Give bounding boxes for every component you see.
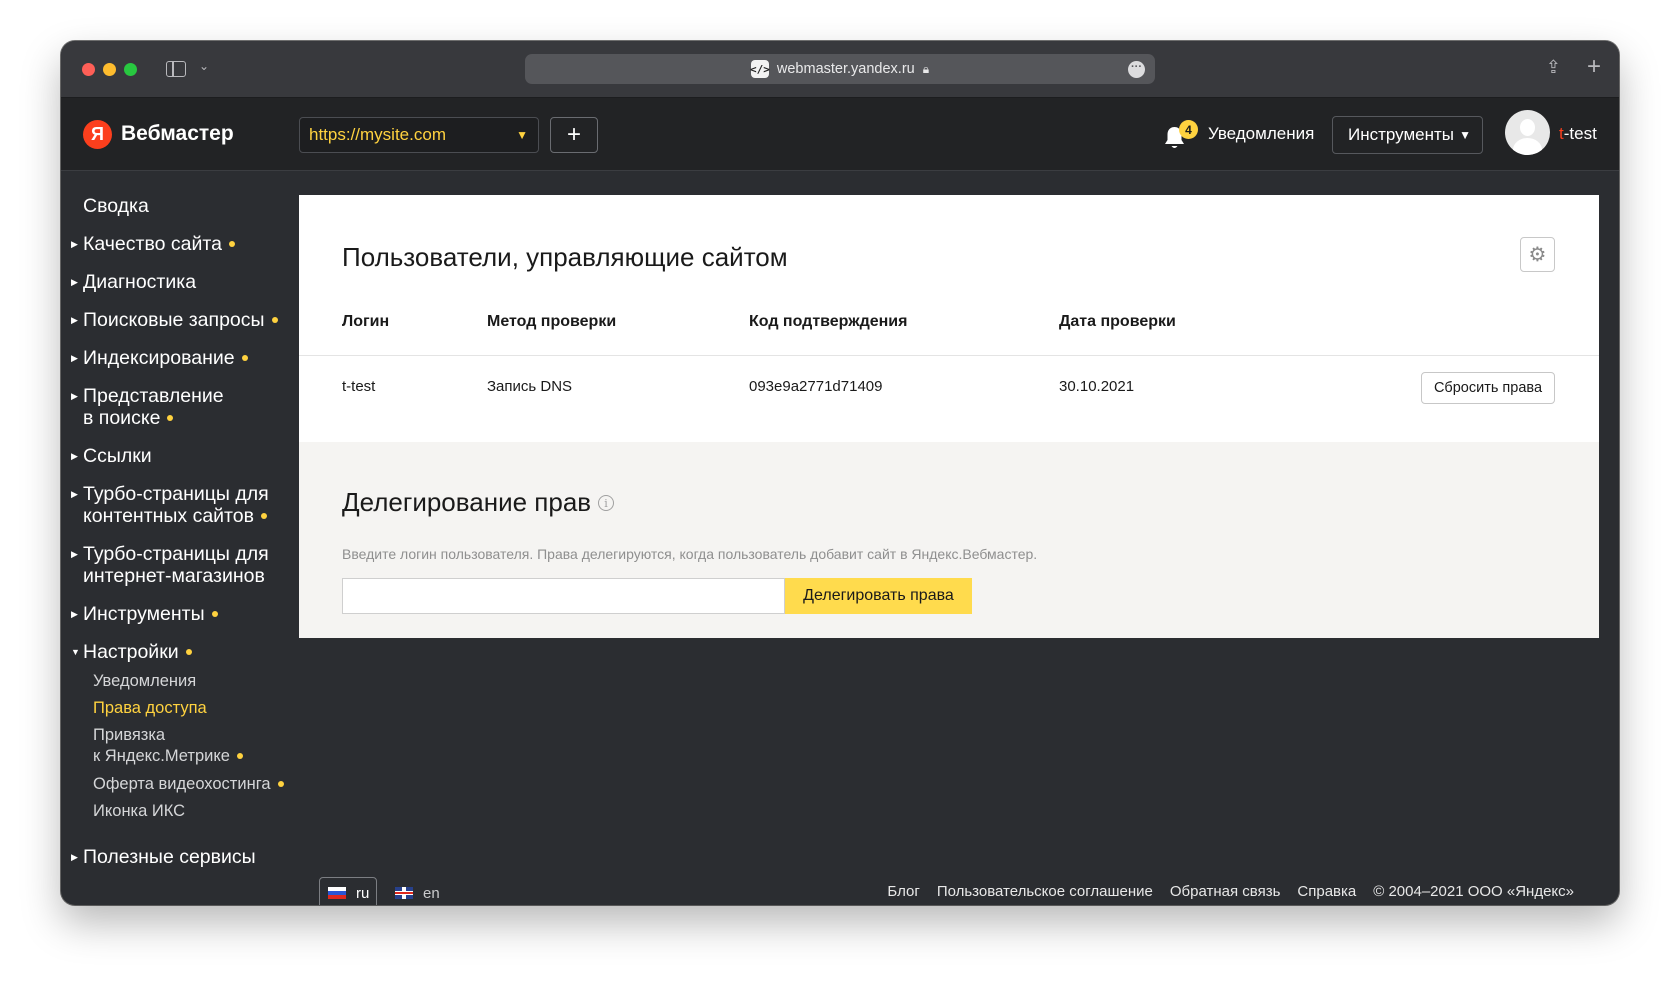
sidebar-item-search-appearance[interactable]: ▶ Представление в поиске	[71, 385, 224, 429]
browser-toolbar: ⌄ </> webmaster.yandex.ru 🔒︎ ··· ⇪ +	[61, 41, 1619, 98]
close-window-button[interactable]	[82, 63, 95, 76]
site-header: Я Вебмастер https://mysite.com ▼ + 4 Уве…	[61, 98, 1619, 171]
caret-down-icon: ▼	[71, 647, 80, 657]
sidebar-item-links[interactable]: ▶ Ссылки	[71, 445, 152, 467]
service-name[interactable]: Вебмастер	[121, 122, 234, 146]
sidebar-subitem-notifications[interactable]: Уведомления	[93, 671, 196, 692]
caret-right-icon: ▶	[71, 549, 78, 559]
status-dot	[271, 316, 278, 323]
sidebar-item-indexing[interactable]: ▶ Индексирование	[71, 347, 248, 369]
avatar[interactable]	[1505, 110, 1550, 155]
delegation-title: Делегирование прав	[342, 487, 592, 517]
sidebar-item-summary[interactable]: Сводка	[83, 195, 149, 217]
site-selector[interactable]: https://mysite.com ▼	[299, 117, 539, 153]
status-dot	[167, 414, 174, 421]
sidebar-subitem-video-offer[interactable]: Оферта видеохостинга	[93, 774, 284, 795]
page-title: Пользователи, управляющие сайтом	[342, 242, 788, 272]
sidebar-subitem-metrica-binding[interactable]: Привязка к Яндекс.Метрике	[93, 725, 243, 767]
column-header-login: Логин	[342, 313, 390, 330]
caret-right-icon: ▶	[71, 391, 78, 401]
cell-date: 30.10.2021	[1059, 378, 1135, 395]
site-users-panel: Пользователи, управляющие сайтом ⚙ Логин…	[299, 195, 1599, 442]
sidebar-subitem-access-rights[interactable]: Права доступа	[93, 698, 207, 719]
caret-right-icon: ▶	[71, 315, 78, 325]
reset-rights-button[interactable]: Сбросить права	[1421, 372, 1555, 404]
gear-icon[interactable]: ⚙	[1520, 237, 1555, 272]
caret-right-icon: ▶	[71, 277, 78, 287]
column-header-date: Дата проверки	[1059, 313, 1176, 330]
sidebar-item-turbo-content[interactable]: ▶ Турбо-страницы для контентных сайтов	[71, 483, 269, 527]
language-ru-button[interactable]: ru	[319, 877, 377, 905]
cell-login: t-test	[342, 378, 376, 395]
sidebar-item-useful-services[interactable]: ▶ Полезные сервисы	[71, 846, 256, 868]
new-tab-icon[interactable]: +	[1587, 53, 1601, 81]
status-dot	[277, 780, 284, 787]
chevron-down-icon[interactable]: ⌄	[199, 59, 209, 73]
username[interactable]: t-test	[1559, 124, 1597, 144]
flag-gb-icon	[395, 887, 413, 899]
cell-method: Запись DNS	[487, 378, 573, 395]
caret-right-icon: ▶	[71, 239, 78, 249]
footer-link-agreement[interactable]: Пользовательское соглашение	[937, 883, 1153, 900]
add-site-button[interactable]: +	[550, 117, 598, 153]
chevron-down-icon: ▼	[1459, 128, 1471, 142]
footer-link-feedback[interactable]: Обратная связь	[1170, 883, 1281, 900]
sidebar-item-diagnostics[interactable]: ▶ Диагностика	[71, 271, 196, 293]
footer-copyright: © 2004–2021 ООО «Яндекс»	[1373, 883, 1574, 900]
minimize-window-button[interactable]	[103, 63, 116, 76]
caret-right-icon: ▶	[71, 353, 78, 363]
cell-code: 093e9a2771d71409	[749, 378, 883, 395]
browser-window: ⌄ </> webmaster.yandex.ru 🔒︎ ··· ⇪ + Я В…	[61, 41, 1619, 905]
yandex-logo[interactable]: Я	[83, 120, 112, 149]
tools-dropdown-label: Инструменты	[1348, 125, 1455, 144]
status-dot	[260, 512, 267, 519]
column-header-method: Метод проверки	[487, 313, 617, 330]
sidebar-subitem-iks-icon[interactable]: Иконка ИКС	[93, 801, 185, 822]
footer-link-blog[interactable]: Блог	[887, 883, 919, 900]
status-dot	[241, 354, 248, 361]
site-favicon-icon: </>	[750, 60, 770, 78]
delegate-rights-button[interactable]: Делегировать права	[785, 578, 972, 614]
sidebar-item-site-quality[interactable]: ▶ Качество сайта	[71, 233, 235, 255]
caret-right-icon: ▶	[71, 451, 78, 461]
address-bar-url: webmaster.yandex.ru	[776, 61, 915, 77]
caret-right-icon: ▶	[71, 489, 78, 499]
caret-right-icon: ▶	[71, 852, 78, 862]
status-dot	[228, 240, 235, 247]
sidebar-toggle-icon[interactable]	[166, 61, 186, 77]
site-selector-value: https://mysite.com	[309, 125, 446, 144]
info-icon[interactable]: i	[598, 495, 614, 511]
notifications-count-badge: 4	[1179, 120, 1198, 139]
lock-icon: 🔒︎	[922, 61, 930, 76]
delegation-panel: Делегирование прав i Введите логин польз…	[299, 442, 1599, 638]
sidebar-item-tools[interactable]: ▶ Инструменты	[71, 603, 218, 625]
sidebar-item-turbo-shops[interactable]: ▶ Турбо-страницы для интернет-магазинов	[71, 543, 269, 587]
footer-links: Блог Пользовательское соглашение Обратна…	[887, 883, 1574, 900]
status-dot	[185, 648, 192, 655]
more-options-icon[interactable]: ···	[1128, 61, 1145, 78]
chevron-down-icon: ▼	[516, 128, 528, 142]
flag-ru-icon	[328, 887, 346, 899]
share-icon[interactable]: ⇪	[1546, 57, 1561, 78]
notifications-link[interactable]: Уведомления	[1208, 124, 1314, 144]
address-bar[interactable]: </> webmaster.yandex.ru 🔒︎ ···	[525, 54, 1155, 84]
column-header-code: Код подтверждения	[749, 313, 908, 330]
delegation-hint: Введите логин пользователя. Права делеги…	[342, 546, 1038, 562]
tools-dropdown[interactable]: Инструменты ▼	[1332, 116, 1483, 154]
login-input[interactable]	[342, 578, 785, 614]
table-divider	[299, 355, 1599, 356]
sidebar-item-settings[interactable]: ▼ Настройки	[71, 641, 192, 663]
sidebar-item-search-queries[interactable]: ▶ Поисковые запросы	[71, 309, 278, 331]
footer-link-help[interactable]: Справка	[1297, 883, 1356, 900]
zoom-window-button[interactable]	[124, 63, 137, 76]
caret-right-icon: ▶	[71, 609, 78, 619]
language-en-button[interactable]: en	[395, 877, 440, 905]
status-dot	[211, 610, 218, 617]
status-dot	[236, 752, 243, 759]
